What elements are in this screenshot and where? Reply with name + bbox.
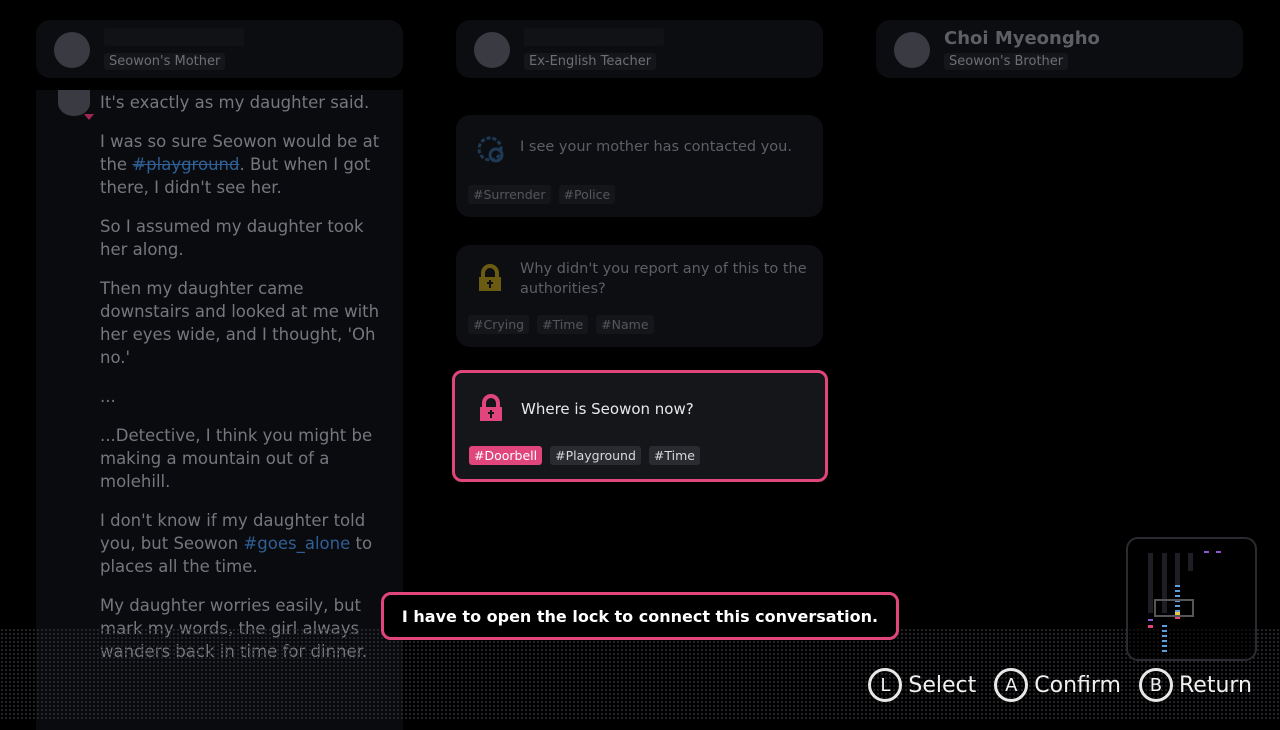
topic-question: Why didn't you report any of this to the… (520, 261, 807, 297)
topic-tag: #Name (596, 315, 654, 334)
avatar (54, 32, 90, 68)
minimap (1126, 537, 1257, 661)
topic-tag[interactable]: #Doorbell (469, 446, 543, 465)
character-card-teacher[interactable]: Ex-English Teacher (456, 20, 823, 78)
confirm-control[interactable]: A Confirm (994, 668, 1121, 702)
topic-tag: #Police (558, 185, 616, 204)
avatar (474, 32, 510, 68)
control-hints: L Select A Confirm B Return (868, 668, 1252, 702)
hashtag-goes-alone[interactable]: #goes_alone (243, 534, 350, 553)
avatar (58, 90, 94, 120)
topic-tag[interactable]: #Time (648, 446, 700, 465)
hashtag-playground[interactable]: #playground (132, 155, 239, 174)
message: I was so sure Seowon would be at the #pl… (100, 132, 380, 197)
a-button-icon: A (994, 668, 1029, 702)
topic-question: Where is Seowon now? (521, 400, 694, 418)
character-role: Seowon's Brother (944, 53, 1069, 70)
lock-icon (480, 394, 502, 421)
hint-message: I have to open the lock to connect this … (381, 592, 899, 640)
b-button-icon: B (1138, 668, 1173, 702)
character-card-mother[interactable]: Seowon's Mother (36, 20, 403, 78)
return-control[interactable]: B Return (1138, 668, 1252, 702)
character-card-brother[interactable]: Choi Myeongho Seowon's Brother (876, 20, 1243, 78)
message: I don't know if my daughter told you, bu… (100, 511, 373, 576)
l-stick-icon: L (868, 668, 903, 702)
character-role: Seowon's Mother (104, 53, 226, 70)
topic-tag: #Time (537, 315, 589, 334)
message: It's exactly as my daughter said. (100, 93, 370, 112)
character-name (104, 28, 244, 46)
message: ... (100, 387, 116, 406)
topic-card-selected[interactable]: Where is Seowon now? #Doorbell #Playgroun… (452, 370, 828, 482)
topic-tag: #Crying (468, 315, 530, 334)
avatar (894, 32, 930, 68)
chat-bubble-icon (477, 136, 504, 163)
topic-tag[interactable]: #Playground (550, 446, 641, 465)
message: So I assumed my daughter took her along. (100, 217, 364, 259)
character-name (524, 28, 664, 46)
lock-icon (479, 264, 501, 291)
character-role: Ex-English Teacher (524, 53, 657, 70)
topic-tag: #Surrender (468, 185, 551, 204)
message: ...Detective, I think you might be makin… (100, 426, 373, 491)
select-control[interactable]: L Select (868, 668, 976, 702)
topic-card[interactable]: I see your mother has contacted you. #Su… (456, 115, 823, 217)
topic-question: I see your mother has contacted you. (520, 139, 792, 155)
message: Then my daughter came downstairs and loo… (100, 279, 380, 367)
character-name: Choi Myeongho (944, 28, 1100, 49)
topic-card[interactable]: Why didn't you report any of this to the… (456, 245, 823, 347)
